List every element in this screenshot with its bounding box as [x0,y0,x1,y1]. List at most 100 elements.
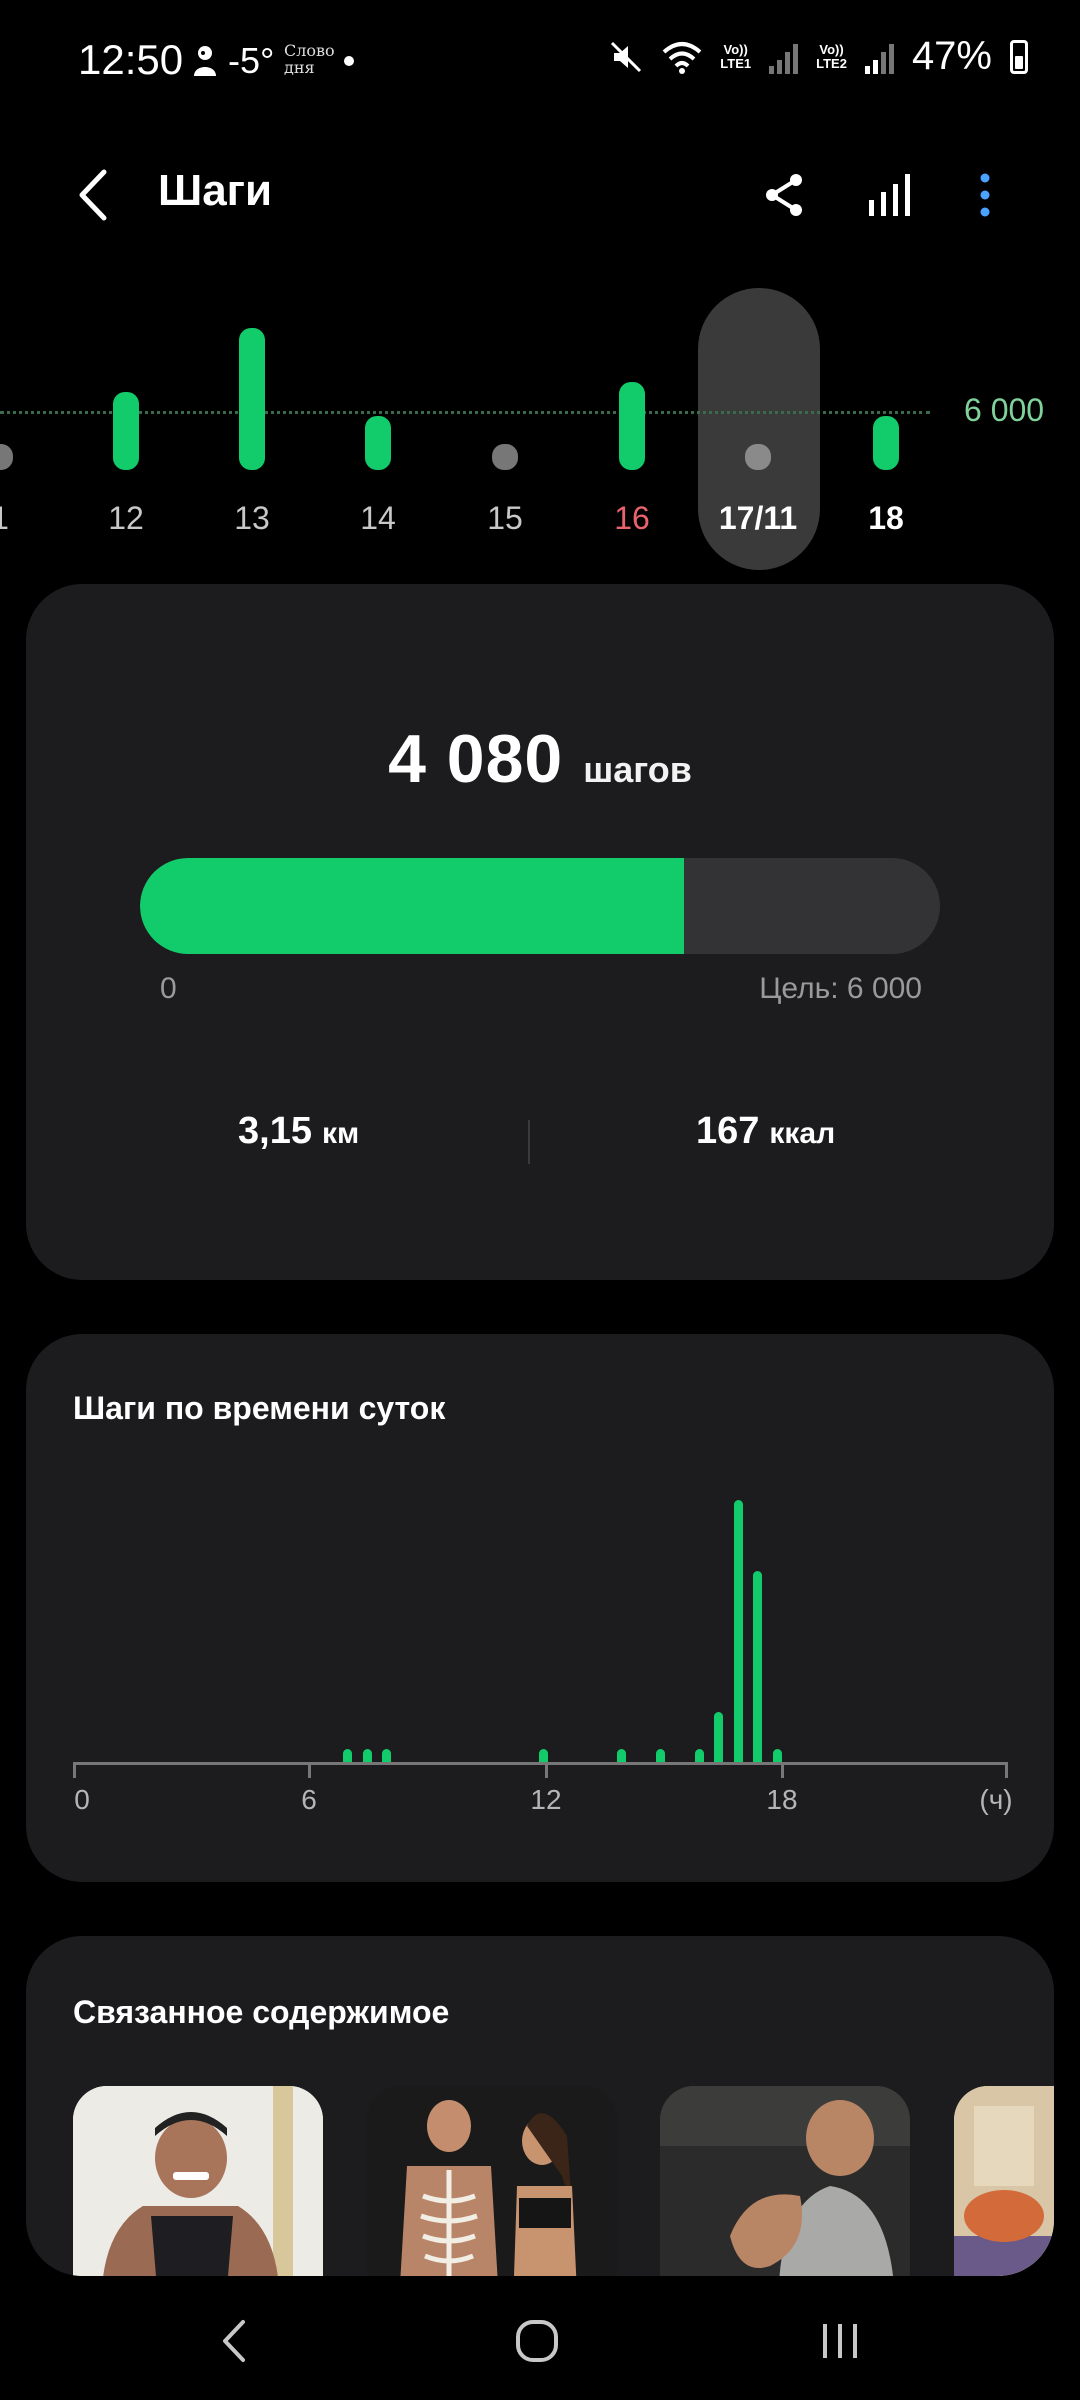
gym-training-image [660,2086,910,2276]
steps-progress-fill [140,858,684,954]
hourly-bar [343,1749,353,1762]
week-day-bar[interactable] [0,444,13,470]
hourly-tick-label: 0 [74,1784,90,1815]
word-of-day-widget: Слово дня [284,42,335,76]
battery-percent: 47% [911,34,992,78]
hourly-tick-label: (ч) [979,1784,1013,1815]
hourly-bar [694,1749,704,1762]
stat-divider [528,1120,530,1164]
related-card-title: Связанное содержимое [73,1994,450,2030]
mute-icon [611,41,642,72]
week-day-bar[interactable] [492,444,518,470]
week-day-label[interactable]: 17/11 [698,500,818,537]
hourly-tick-label: 6 [301,1784,317,1815]
distance-unit: км [321,1117,360,1150]
goal-line-label: 6 000 [964,392,1045,428]
hourly-steps-card[interactable]: Шаги по времени суток 0 6 12 18 (ч) [26,1334,1054,1882]
week-day-bar[interactable] [619,382,645,470]
status-icons: Vo)) LTE1 Vo)) LTE2 47% [608,34,1028,79]
week-day-bar[interactable] [873,416,899,470]
related-item-4[interactable] [954,2086,1054,2276]
week-day-bar[interactable] [239,328,265,470]
hourly-card-title: Шаги по времени суток [73,1390,446,1426]
nav-recents-button[interactable] [795,2296,885,2386]
hourly-tick-label: 18 [766,1784,798,1815]
hourly-bar [616,1749,626,1762]
week-day-label[interactable]: 16 [592,500,672,537]
related-item-3[interactable] [660,2086,910,2276]
lte1-indicator: Vo)) LTE1 [720,42,752,71]
hourly-bar [382,1749,392,1762]
week-day-bar[interactable] [113,392,139,470]
hourly-tick [781,1762,784,1778]
hourly-x-axis [74,1762,1006,1765]
steps-unit: шагов [583,749,692,790]
hourly-bar [753,1571,763,1762]
lte1-bottom: LTE1 [720,55,752,71]
distance-stat: 3,15 км [238,1110,359,1153]
steps-total: 4 080 шагов [26,720,1054,798]
back-nav-icon [223,2320,245,2362]
signal1-icon [769,40,799,74]
signal2-icon [864,40,894,74]
goal-label: Цель: 6 000 [759,972,922,1005]
nav-back-button[interactable] [190,2296,280,2386]
bodybuilder-image [73,2086,323,2276]
back-arrow-icon [79,169,107,221]
brand-line1: Слово [284,41,335,60]
more-button[interactable] [950,160,1020,230]
hourly-bar [538,1749,548,1762]
week-day-label[interactable]: 1 [0,500,40,537]
weekly-steps-chart: 6 000 1 12 13 14 15 16 17/11 18 [0,280,1080,580]
share-icon [766,174,802,216]
hourly-bar [362,1749,372,1762]
more-vertical-icon [980,173,990,217]
week-day-label[interactable]: 18 [846,500,926,537]
weather-icon [194,46,216,76]
page-title: Шаги [158,166,273,215]
hourly-tick [308,1762,311,1778]
week-day-label[interactable]: 14 [338,500,418,537]
lte2-indicator: Vo)) LTE2 [816,41,847,71]
status-time: 12:50 [78,36,184,83]
week-day-label[interactable]: 15 [465,500,545,537]
hourly-tick [73,1762,76,1778]
steps-summary-card: 4 080 шагов 0 Цель: 6 000 3,15 км 167 ккал [26,584,1054,1280]
anatomy-couple-image [367,2086,617,2276]
steps-count: 4 080 [388,721,564,797]
recents-nav-icon [823,2324,857,2358]
yoga-image [954,2086,1054,2276]
share-button[interactable] [750,160,820,230]
bar-chart-icon [869,174,910,216]
related-item-1[interactable] [73,2086,323,2276]
weather-indicator: -5° [190,40,274,82]
related-item-2[interactable] [367,2086,617,2276]
week-day-label[interactable]: 13 [212,500,292,537]
system-nav-bar [0,2276,1080,2400]
related-content-card: Связанное содержимое [26,1936,1054,2276]
hourly-bar [655,1749,665,1762]
hourly-tick [1005,1762,1008,1778]
week-day-bar[interactable] [365,416,391,470]
steps-progress-bar [140,858,940,954]
nav-home-button[interactable] [492,2296,582,2386]
goal-line [0,411,930,414]
distance-value: 3,15 [238,1110,312,1152]
back-button[interactable] [70,160,120,230]
hourly-tick-label: 12 [530,1784,562,1815]
wifi-icon [662,41,702,74]
notification-dot [344,56,354,66]
hourly-bar [714,1712,724,1762]
home-nav-icon [516,2320,558,2362]
hourly-bar [772,1749,782,1762]
lte2-bottom: LTE2 [816,55,847,71]
brand-line2: дня [284,58,315,77]
hourly-tick [545,1762,548,1778]
lte2-top: Vo)) [819,41,844,57]
week-day-label[interactable]: 12 [86,500,166,537]
hourly-bar [733,1500,743,1762]
stats-button[interactable] [855,160,925,230]
calories-unit: ккал [769,1117,836,1150]
week-day-bar[interactable] [745,444,771,470]
weather-temp: -5° [228,40,275,81]
